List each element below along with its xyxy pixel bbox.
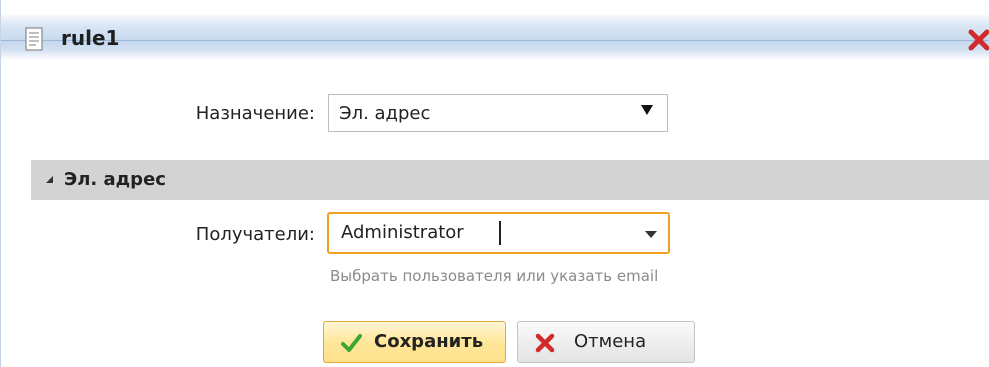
email-section-header[interactable]: Эл. адрес [31, 160, 989, 200]
close-icon[interactable] [967, 28, 989, 52]
dialog-titlebar[interactable]: rule1 [1, 0, 989, 80]
chevron-down-icon[interactable] [645, 231, 657, 238]
recipients-combobox[interactable]: Administrator [327, 212, 670, 254]
dropdown-arrow-icon[interactable] [641, 105, 653, 115]
save-button-label: Сохранить [374, 331, 484, 352]
rule-dialog: rule1 Назначение: Эл. адрес Эл. адрес По… [0, 0, 989, 367]
cancel-button-label: Отмена [574, 331, 647, 352]
cancel-button[interactable]: Отмена [517, 321, 695, 363]
checkmark-icon [341, 334, 362, 352]
recipients-input-value[interactable]: Administrator [341, 220, 464, 246]
purpose-select[interactable]: Эл. адрес [328, 94, 668, 132]
purpose-label: Назначение: [195, 103, 315, 124]
purpose-select-value: Эл. адрес [339, 103, 431, 124]
collapse-triangle-icon[interactable] [46, 176, 53, 183]
document-icon [25, 27, 43, 51]
save-button[interactable]: Сохранить [323, 321, 506, 363]
cross-icon [535, 333, 555, 353]
text-caret [499, 221, 501, 245]
dialog-title: rule1 [61, 26, 120, 50]
recipients-hint: Выбрать пользователя или указать email [330, 267, 659, 285]
recipients-label: Получатели: [195, 224, 315, 245]
titlebar-divider [1, 40, 989, 41]
section-title: Эл. адрес [64, 169, 166, 190]
